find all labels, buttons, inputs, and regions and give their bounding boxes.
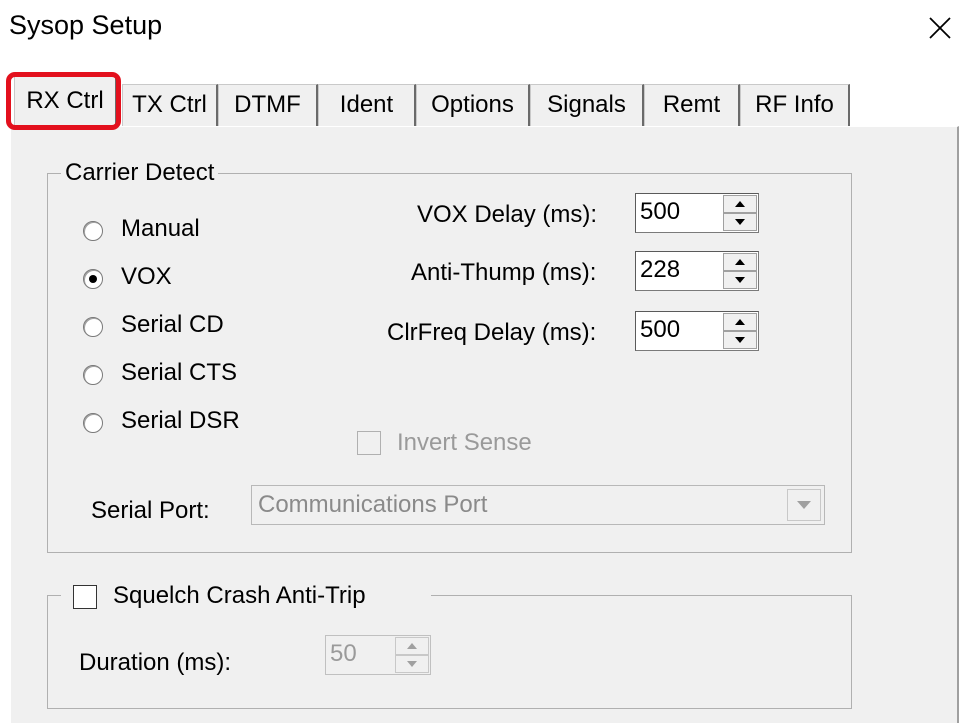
clrfreq-delay-spinner[interactable]: 500 [635, 311, 759, 351]
tab-rf-info[interactable]: RF Info [740, 84, 850, 126]
tab-rx-ctrl[interactable]: RX Ctrl [14, 76, 117, 128]
tab-label: DTMF [234, 91, 301, 118]
spin-up-arrow-icon [735, 319, 745, 325]
duration-spin-buttons [395, 637, 429, 673]
duration-up-button[interactable] [395, 637, 429, 655]
tab-label: Options [431, 91, 514, 118]
window-title: Sysop Setup [9, 10, 163, 40]
clrfreq-delay-spin-buttons [723, 313, 757, 349]
carrier-detect-legend: Carrier Detect [61, 159, 219, 187]
spin-up-arrow-icon [407, 643, 417, 649]
duration-value: 50 [330, 640, 357, 667]
anti-thump-down-button[interactable] [723, 271, 757, 289]
radio-selected-dot [89, 275, 97, 283]
radio-serial-dsr-label: Serial DSR [121, 407, 240, 434]
close-x-icon [929, 17, 951, 39]
vox-delay-spin-buttons [723, 195, 757, 231]
tab-label: TX Ctrl [132, 91, 207, 118]
tab-remt[interactable]: Remt [644, 84, 740, 126]
tab-label: Ident [339, 91, 394, 118]
spin-up-arrow-icon [735, 201, 745, 207]
vox-delay-value: 500 [640, 198, 681, 225]
clrfreq-delay-down-button[interactable] [723, 331, 757, 349]
tab-dtmf[interactable]: DTMF [218, 84, 318, 126]
tab-ident[interactable]: Ident [318, 84, 416, 126]
radio-vox[interactable] [83, 269, 103, 289]
anti-thump-spin-buttons [723, 253, 757, 289]
radio-manual[interactable] [83, 221, 103, 241]
radio-serial-cts-label: Serial CTS [121, 359, 238, 386]
clrfreq-delay-label: ClrFreq Delay (ms): [387, 319, 597, 346]
vox-delay-spinner[interactable]: 500 [635, 193, 759, 233]
serial-port-label: Serial Port: [91, 497, 210, 524]
vox-delay-up-button[interactable] [723, 195, 757, 213]
spin-down-arrow-icon [735, 277, 745, 283]
radio-vox-label: VOX [121, 263, 172, 290]
radio-serial-cd-label: Serial CD [121, 311, 224, 338]
serial-port-select[interactable]: Communications Port [251, 485, 825, 525]
close-button[interactable] [918, 6, 960, 48]
anti-thump-up-button[interactable] [723, 253, 757, 271]
tab-tx-ctrl[interactable]: TX Ctrl [122, 84, 218, 126]
dropdown-arrow-button[interactable] [787, 489, 821, 521]
invert-sense-label: Invert Sense [397, 429, 532, 456]
tab-label: RX Ctrl [26, 87, 104, 114]
serial-port-value: Communications Port [258, 491, 488, 518]
vox-delay-label: VOX Delay (ms): [417, 201, 598, 228]
spin-down-arrow-icon [407, 661, 417, 667]
duration-spinner[interactable]: 50 [325, 635, 431, 675]
anti-thump-value: 228 [640, 256, 681, 283]
invert-sense-checkbox[interactable] [357, 431, 381, 455]
tab-label: RF Info [755, 91, 834, 118]
anti-thump-spinner[interactable]: 228 [635, 251, 759, 291]
tab-label: Remt [662, 91, 721, 118]
clrfreq-delay-up-button[interactable] [723, 313, 757, 331]
spin-up-arrow-icon [735, 259, 745, 265]
spin-down-arrow-icon [735, 337, 745, 343]
spin-down-arrow-icon [735, 219, 745, 225]
duration-label: Duration (ms): [79, 649, 232, 676]
tab-options[interactable]: Options [416, 84, 530, 126]
radio-serial-dsr[interactable] [83, 413, 103, 433]
clrfreq-delay-value: 500 [640, 316, 681, 343]
squelch-crash-label: Squelch Crash Anti-Trip [113, 582, 366, 609]
tab-label: Signals [547, 91, 626, 118]
vox-delay-down-button[interactable] [723, 213, 757, 231]
duration-down-button[interactable] [395, 655, 429, 673]
squelch-crash-checkbox[interactable] [73, 585, 97, 609]
anti-thump-label: Anti-Thump (ms): [411, 259, 597, 286]
tab-panel-rx-ctrl: Carrier Detect Manual VOX Serial CD Seri… [10, 126, 959, 723]
radio-serial-cd[interactable] [83, 317, 103, 337]
chevron-down-icon [797, 501, 811, 509]
radio-manual-label: Manual [121, 215, 200, 242]
tab-signals[interactable]: Signals [530, 84, 644, 126]
radio-serial-cts[interactable] [83, 365, 103, 385]
title-bar: Sysop Setup [0, 0, 969, 62]
